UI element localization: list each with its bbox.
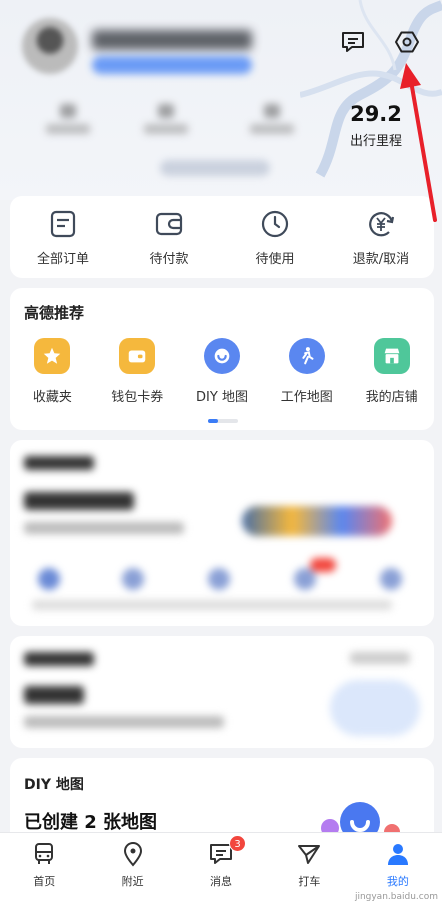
mileage-block[interactable]: 29.2 出行里程 (350, 102, 402, 149)
order-label: 全部订单 (36, 251, 89, 267)
wallet-card-button[interactable]: 钱包卡券 (95, 338, 180, 405)
star-icon (34, 338, 71, 374)
rec-label: 我的店铺 (365, 390, 418, 405)
clock-icon (261, 210, 289, 237)
refund-icon (369, 211, 395, 236)
order-label: 待付款 (149, 251, 189, 267)
diy-card-title: DIY 地图 (24, 777, 84, 793)
order-refund-button[interactable]: 退款/取消 (328, 196, 434, 278)
settings-gear-icon[interactable] (393, 28, 421, 56)
order-label: 待使用 (255, 251, 295, 267)
rec-label: 收藏夹 (32, 390, 72, 405)
profile-header: 29.2 出行里程 (0, 0, 442, 200)
my-shop-button[interactable]: 我的店铺 (349, 338, 434, 405)
work-map-button[interactable]: 工作地图 (264, 338, 349, 405)
location-pin-icon (123, 842, 142, 867)
orders-card: 全部订单 待付款 待使用 退款/取消 (10, 196, 434, 278)
mileage-label: 出行里程 (349, 134, 402, 149)
order-to-use-button[interactable]: 待使用 (222, 196, 328, 278)
taxi-icon (298, 845, 321, 864)
order-list-icon (50, 210, 76, 237)
diy-map-icon (203, 338, 240, 374)
tab-home[interactable]: 首页 (0, 833, 88, 906)
watermark: jingyan.baidu.com (354, 892, 438, 902)
recommend-card: 高德推荐 收藏夹 钱包卡券 DIY 地图 工作地图 我的店铺 (10, 288, 434, 430)
diy-map-button[interactable]: DIY 地图 (180, 338, 265, 405)
favorites-button[interactable]: 收藏夹 (10, 338, 95, 405)
stat-blurred (144, 104, 188, 138)
blurred-card (10, 440, 434, 626)
walking-person-icon (288, 338, 325, 374)
section-title: 高德推荐 (24, 304, 85, 322)
unread-badge: 3 (229, 835, 247, 852)
tab-taxi[interactable]: 打车 (265, 833, 353, 906)
map-background (300, 0, 442, 178)
blurred-card (10, 636, 434, 748)
username-blurred (92, 30, 252, 50)
hint-blurred (160, 160, 270, 176)
order-all-button[interactable]: 全部订单 (10, 196, 116, 278)
wallet-icon (155, 212, 183, 235)
stat-blurred (250, 104, 294, 138)
tab-label: 消息 (210, 875, 233, 888)
mileage-value: 29.2 (350, 102, 402, 126)
stat-blurred (46, 104, 90, 138)
tab-label: 首页 (33, 875, 56, 888)
avatar[interactable] (22, 18, 78, 74)
member-tag-blurred (92, 56, 252, 74)
wallet-card-icon (119, 338, 156, 374)
shop-icon (373, 338, 410, 374)
tab-nearby[interactable]: 附近 (88, 833, 176, 906)
tab-messages[interactable]: 3 消息 (177, 833, 265, 906)
diy-card-subtitle: 已创建 2 张地图 (24, 812, 158, 833)
tab-label: 打车 (298, 875, 321, 888)
order-label: 退款/取消 (352, 251, 410, 267)
rec-label: DIY 地图 (196, 390, 248, 405)
rec-label: 工作地图 (280, 390, 333, 405)
page-indicator (208, 419, 238, 423)
bus-icon (35, 843, 54, 864)
order-unpaid-button[interactable]: 待付款 (116, 196, 222, 278)
rec-label: 钱包卡券 (111, 390, 164, 405)
person-icon (387, 844, 408, 865)
chat-icon[interactable] (339, 28, 367, 56)
tab-label: 我的 (386, 875, 409, 888)
tab-label: 附近 (121, 875, 144, 888)
